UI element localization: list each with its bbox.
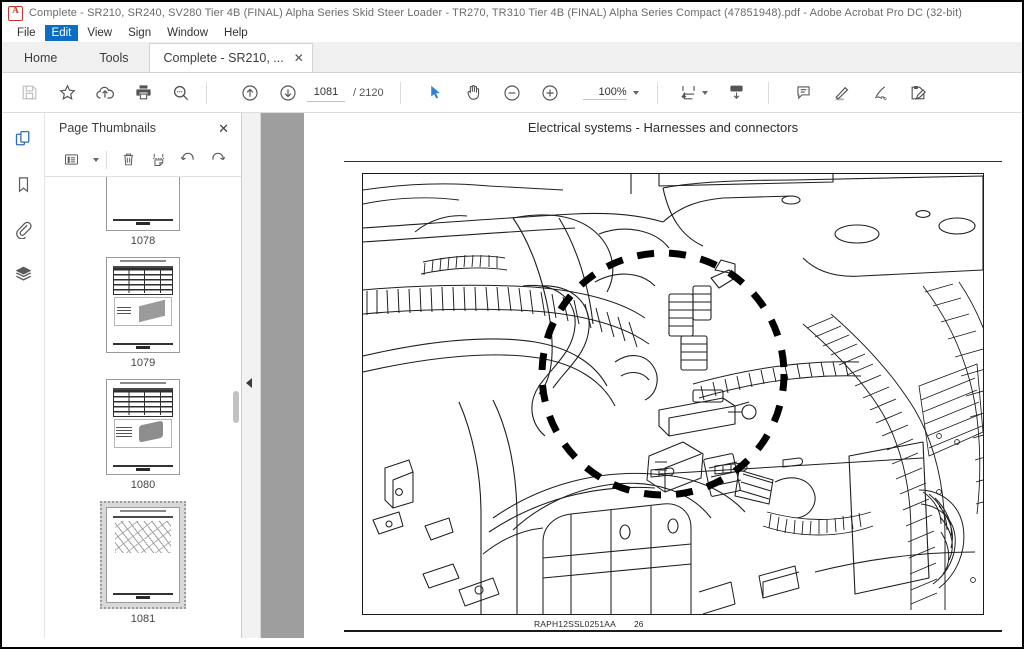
- tab-home[interactable]: Home: [2, 43, 79, 72]
- page-thumbnails-toolbar: [45, 143, 241, 177]
- cloud-upload-icon[interactable]: [86, 76, 124, 110]
- zoom-in-icon[interactable]: [531, 76, 569, 110]
- cursor-arrow-icon[interactable]: [417, 76, 455, 110]
- tab-tools[interactable]: Tools: [79, 43, 148, 72]
- list-item[interactable]: 1080: [45, 379, 241, 491]
- print-icon[interactable]: [124, 76, 162, 110]
- tab-home-label: Home: [24, 50, 58, 65]
- list-item[interactable]: 1079: [45, 257, 241, 369]
- tab-document[interactable]: Complete - SR210, ... ✕: [148, 43, 313, 72]
- thumbnail-list[interactable]: 1078 1079 1080 1081: [45, 177, 241, 638]
- page-thumbnails-panel: Page Thumbnails ✕ 1078 1079 1080 1081: [45, 113, 242, 638]
- menu-view[interactable]: View: [80, 25, 119, 41]
- close-icon[interactable]: ✕: [218, 122, 229, 135]
- sign-icon[interactable]: [861, 76, 899, 110]
- arrow-down-circle-icon[interactable]: [269, 76, 307, 110]
- title-bar: Complete - SR210, SR240, SV280 Tier 4B (…: [2, 2, 1022, 24]
- document-viewer[interactable]: Electrical systems - Harnesses and conne…: [261, 113, 1022, 638]
- acrobat-window: Complete - SR210, SR240, SV280 Tier 4B (…: [0, 0, 1024, 649]
- menu-file[interactable]: File: [10, 25, 43, 41]
- delete-pages-icon[interactable]: [114, 147, 142, 173]
- thumbnail-scrollbar-thumb[interactable]: [233, 391, 239, 423]
- thumbnail-preview: [107, 177, 179, 230]
- figure-frame: [362, 173, 984, 615]
- menu-window[interactable]: Window: [160, 25, 215, 41]
- fill-and-sign-icon[interactable]: [899, 76, 937, 110]
- panel-title: Page Thumbnails: [59, 121, 157, 135]
- thumbnail-preview: [107, 508, 179, 602]
- panel-collapse-strip[interactable]: [242, 113, 261, 638]
- header-rule: [344, 161, 1002, 162]
- search-icon[interactable]: [162, 76, 200, 110]
- star-icon[interactable]: [48, 76, 86, 110]
- thumbnail-preview: [107, 258, 179, 352]
- toolbar-divider-4: [767, 81, 769, 104]
- close-icon[interactable]: ✕: [294, 52, 304, 64]
- rotate-ccw-icon[interactable]: [174, 147, 202, 173]
- fit-width-chevron-down-icon[interactable]: [701, 90, 708, 95]
- arrow-up-circle-icon[interactable]: [231, 76, 269, 110]
- menu-edit[interactable]: Edit: [44, 25, 79, 41]
- page-count-label: / 2120: [353, 86, 384, 99]
- extract-pages-icon[interactable]: [144, 147, 172, 173]
- save-icon[interactable]: [10, 76, 48, 110]
- comment-icon[interactable]: [785, 76, 823, 110]
- tab-strip: Home Tools Complete - SR210, ... ✕: [2, 42, 1022, 73]
- thumbnail-options-chevron-down-icon[interactable]: [93, 157, 99, 162]
- selected-page-highlight: [100, 501, 186, 609]
- sidebar-item-layers[interactable]: [8, 260, 38, 288]
- toolbar-divider-3: [656, 81, 658, 104]
- sidebar-item-bookmarks[interactable]: [8, 170, 38, 198]
- zoom-level-value: 100%: [582, 86, 627, 100]
- main-toolbar: / 2120 100%: [2, 73, 1022, 113]
- thumbnail-page-number: 1078: [130, 235, 156, 247]
- thumbnail-page-number: 1080: [130, 479, 156, 491]
- collapse-left-arrow-icon[interactable]: [246, 378, 252, 388]
- panel-divider: [106, 150, 107, 169]
- callout-circle: [538, 249, 788, 499]
- sidebar-item-page-thumbnails[interactable]: [8, 125, 38, 153]
- menu-sign[interactable]: Sign: [121, 25, 158, 41]
- zoom-level-control[interactable]: 100%: [582, 86, 639, 100]
- highlight-icon[interactable]: [823, 76, 861, 110]
- current-page-input[interactable]: [307, 83, 345, 102]
- technical-illustration: [363, 174, 983, 614]
- figure-caption-number: 26: [634, 619, 644, 629]
- navigation-rail: [2, 113, 45, 638]
- chevron-down-icon[interactable]: [632, 90, 639, 95]
- zoom-out-icon[interactable]: [493, 76, 531, 110]
- window-title: Complete - SR210, SR240, SV280 Tier 4B (…: [29, 7, 963, 19]
- thumbnail-preview: [107, 380, 179, 474]
- sidebar-item-attachments[interactable]: [8, 215, 38, 243]
- rotate-cw-icon[interactable]: [204, 147, 232, 173]
- page-thumbnails-header: Page Thumbnails ✕: [45, 113, 241, 143]
- figure-caption-code: RAPH12SSL0251AA: [534, 619, 616, 629]
- thumbnail-options-icon[interactable]: [57, 147, 85, 173]
- scroll-mode-icon[interactable]: [718, 76, 756, 110]
- footer-rule: [344, 630, 1002, 632]
- thumbnail-page-number: 1079: [130, 357, 156, 369]
- acrobat-logo-icon: [8, 5, 23, 21]
- page-title: Electrical systems - Harnesses and conne…: [527, 120, 799, 135]
- list-item[interactable]: 1078: [45, 177, 241, 247]
- toolbar-divider-2: [399, 81, 401, 104]
- menu-help[interactable]: Help: [217, 25, 255, 41]
- workspace: Page Thumbnails ✕ 1078 1079 1080 1081 El…: [2, 113, 1022, 638]
- tab-tools-label: Tools: [99, 50, 129, 65]
- tab-document-label: Complete - SR210, ...: [163, 51, 284, 65]
- list-item[interactable]: 1081: [45, 501, 241, 625]
- thumbnail-page-number: 1081: [130, 613, 156, 625]
- menu-bar: File Edit View Sign Window Help: [2, 24, 1022, 42]
- pdf-page: Electrical systems - Harnesses and conne…: [304, 113, 1022, 638]
- toolbar-divider: [206, 81, 207, 104]
- hand-tool-icon[interactable]: [455, 76, 493, 110]
